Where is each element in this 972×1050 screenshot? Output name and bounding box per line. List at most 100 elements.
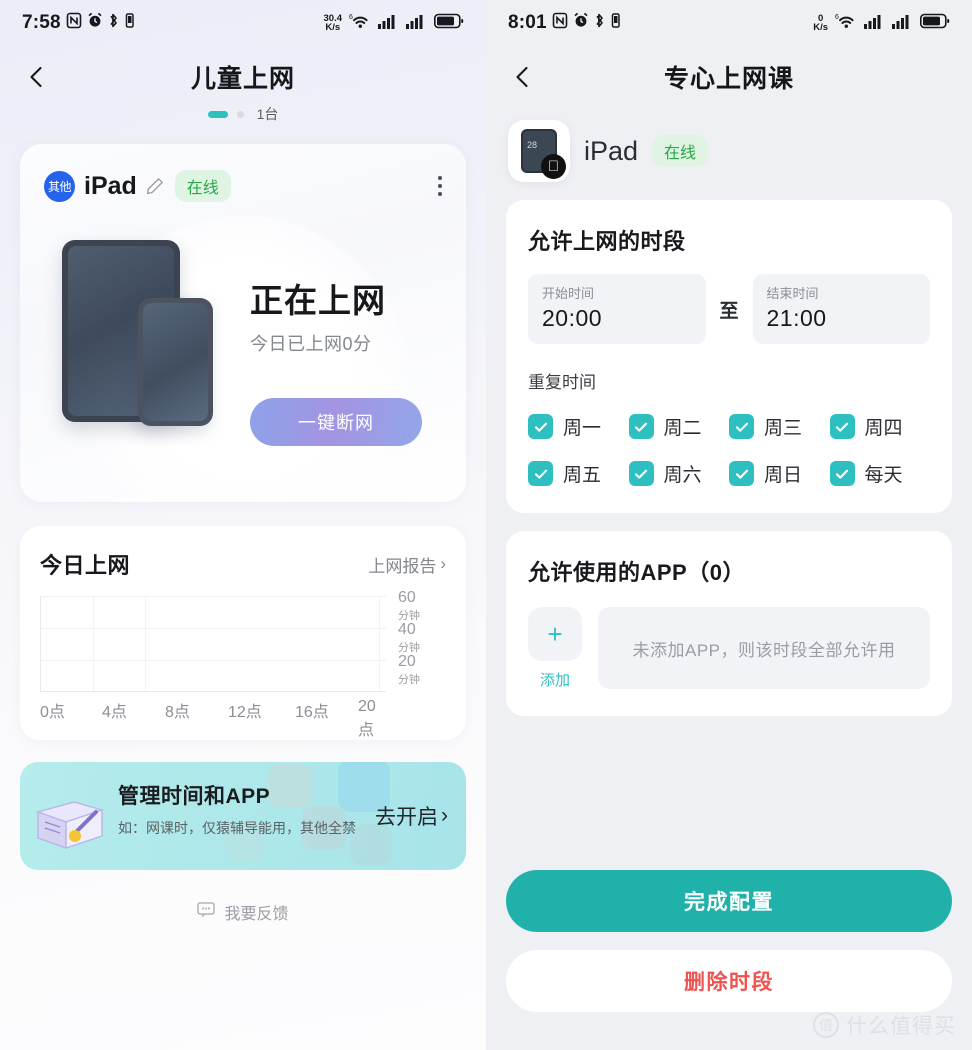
today-usage-title: 今日上网 [40, 553, 131, 578]
status-bar-right: 8:01 0 K/s 6 [486, 0, 972, 46]
device-status-block: 正在上网 今日已上网0分 一键断网 [250, 202, 466, 474]
feedback-icon [197, 901, 216, 923]
checkbox-checked-icon[interactable] [528, 461, 553, 486]
chart-plot-area [40, 596, 386, 692]
status-bar-right-group: 0 K/s 6 [813, 12, 950, 35]
schedule-card-title: 允许上网的时段 [528, 229, 686, 254]
bluetooth-icon [108, 12, 119, 34]
end-time-value: 21:00 [766, 305, 827, 331]
chart-y-tick: 60 分钟 [398, 589, 420, 622]
wifi-icon: 6 [835, 12, 857, 35]
repeat-days-grid: 周一 周二 周三 周四 周五 周六 周日 每天 [528, 413, 930, 487]
promo-subtitle: 如：网课时，仅猿辅导能用，其他全禁 [118, 820, 356, 836]
day-label: 每天 [864, 465, 903, 486]
promo-banner[interactable]: 管理时间和APP 如：网课时，仅猿辅导能用，其他全禁 去开启 › [20, 762, 466, 870]
disconnect-button[interactable]: 一键断网 [250, 398, 422, 446]
allowed-apps-row: + 添加 未添加APP，则该时段全部允许用 [528, 607, 930, 690]
watermark-text: 什么值得买 [846, 1015, 956, 1038]
day-option-monday[interactable]: 周一 [528, 413, 629, 440]
device-name: iPad [84, 171, 137, 200]
checkbox-checked-icon[interactable] [729, 414, 754, 439]
network-speed: 0 K/s [813, 12, 828, 33]
day-label: 周六 [663, 465, 702, 486]
vibrate-icon [124, 12, 135, 34]
checkbox-checked-icon[interactable] [829, 414, 855, 439]
signal-icon [892, 13, 913, 34]
chart-x-tick: 4点 [102, 704, 127, 721]
repeat-label: 重复时间 [528, 373, 596, 392]
chevron-right-icon: › [441, 804, 448, 827]
finish-config-button[interactable]: 完成配置 [506, 870, 952, 932]
promo-cta-label: 去开启 [375, 806, 438, 829]
allowed-apps-card: 允许使用的APP（0） + 添加 未添加APP，则该时段全部允许用 [506, 531, 952, 716]
back-button[interactable] [510, 64, 536, 90]
status-time: 7:58 [22, 12, 61, 33]
add-app-button[interactable]: + 添加 [528, 607, 582, 690]
end-time-label: 结束时间 [766, 286, 819, 301]
nav-bar-right: 专心上网课 [486, 46, 972, 108]
checkbox-checked-icon[interactable] [528, 414, 553, 439]
ipad-icon: 28  [508, 120, 570, 182]
back-button[interactable] [24, 64, 50, 90]
notebook-icon [32, 796, 110, 854]
day-label: 周一 [563, 418, 602, 439]
status-badge: 在线 [652, 135, 709, 167]
screen-children-internet: 7:58 30.4 K/s 6 儿童上网 1台 其他 iPad 在线 正在上网 … [0, 0, 486, 1050]
day-option-friday[interactable]: 周五 [528, 460, 629, 487]
chart-vline [145, 597, 146, 691]
phone-illustration [138, 298, 213, 426]
end-time-field[interactable]: 结束时间 21:00 [752, 274, 931, 344]
status-bar-right-group: 30.4 K/s 6 [324, 12, 465, 35]
day-label: 周日 [764, 465, 803, 486]
promo-title: 管理时间和APP [118, 785, 271, 808]
bluetooth-icon [594, 12, 605, 34]
watermark-logo: 值 [813, 1012, 839, 1038]
usage-report-link[interactable]: 上网报告 › [368, 552, 446, 577]
device-header-row: 28  iPad 在线 [486, 108, 972, 182]
promo-cta-button[interactable]: 去开启 › [375, 801, 448, 831]
nfc-icon [552, 12, 568, 34]
day-label: 周四 [864, 418, 903, 439]
device-illustration [40, 202, 250, 474]
signal-icon [378, 13, 399, 34]
start-time-value: 20:00 [542, 305, 603, 331]
feedback-link[interactable]: 我要反馈 [0, 900, 486, 924]
delete-schedule-button[interactable]: 删除时段 [506, 950, 952, 1012]
plus-icon[interactable]: + [528, 607, 582, 661]
day-option-saturday[interactable]: 周六 [628, 460, 730, 487]
device-type-badge: 其他 [44, 170, 75, 202]
chart-x-spacer [386, 698, 446, 724]
screen-focus-class: 8:01 0 K/s 6 专心上网课 28 iPad 在线 允许上网的时段 开始… [486, 0, 972, 1050]
chart-y-axis: 60 分钟 40 分钟 20 分钟 [386, 589, 446, 692]
start-time-label: 开始时间 [542, 286, 595, 301]
day-option-wednesday[interactable]: 周三 [729, 413, 830, 440]
pager-dot-active[interactable] [207, 110, 228, 118]
time-separator: 至 [719, 300, 739, 322]
pager-dot[interactable] [236, 110, 244, 118]
more-vertical-icon[interactable] [438, 176, 442, 196]
dual-screenshot: 7:58 30.4 K/s 6 儿童上网 1台 其他 iPad 在线 正在上网 … [0, 0, 972, 1050]
time-range-row: 开始时间 20:00 至 结束时间 21:00 [528, 274, 931, 344]
today-usage-card: 今日上网 上网报告 › 60 分钟 40 分钟 20 分钟 0点 4点 8点 1… [20, 526, 466, 740]
network-speed: 30.4 K/s [323, 12, 343, 33]
apple-icon:  [541, 154, 566, 179]
status-bar-left: 7:58 30.4 K/s 6 [0, 0, 486, 46]
signal-icon [406, 13, 427, 34]
day-option-sunday[interactable]: 周日 [729, 460, 830, 487]
checkbox-checked-icon[interactable] [628, 461, 654, 486]
battery-icon [434, 13, 464, 34]
checkbox-checked-icon[interactable] [628, 414, 654, 439]
usage-report-label: 上网报告 [368, 556, 437, 576]
chart-x-tick: 12点 [228, 704, 262, 721]
device-name: iPad [584, 135, 639, 166]
day-option-everyday[interactable]: 每天 [829, 460, 931, 487]
day-option-tuesday[interactable]: 周二 [628, 413, 730, 440]
page-title: 专心上网课 [663, 65, 794, 93]
chart-y-tick: 40 分钟 [398, 621, 420, 654]
checkbox-checked-icon[interactable] [829, 461, 855, 486]
chart-vline [93, 597, 94, 691]
day-option-thursday[interactable]: 周四 [829, 413, 931, 440]
checkbox-checked-icon[interactable] [729, 461, 754, 486]
start-time-field[interactable]: 开始时间 20:00 [528, 274, 706, 344]
pencil-icon[interactable] [146, 177, 164, 195]
